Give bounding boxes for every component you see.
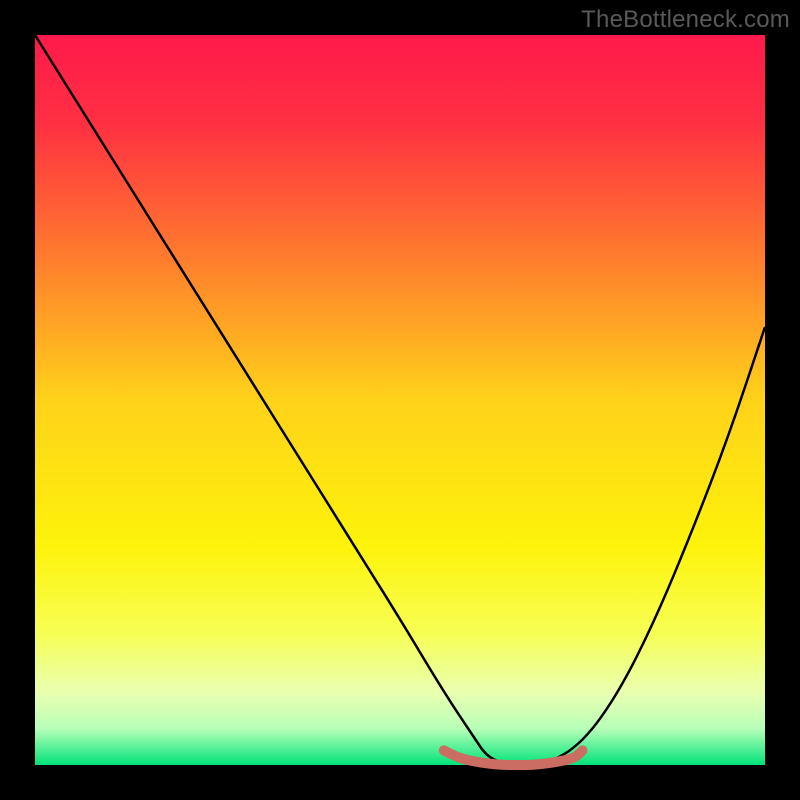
bottleneck-chart [0,0,800,800]
watermark-text: TheBottleneck.com [581,6,790,34]
chart-frame: { "watermark": "TheBottleneck.com", "cha… [0,0,800,800]
gradient-background [35,35,765,765]
